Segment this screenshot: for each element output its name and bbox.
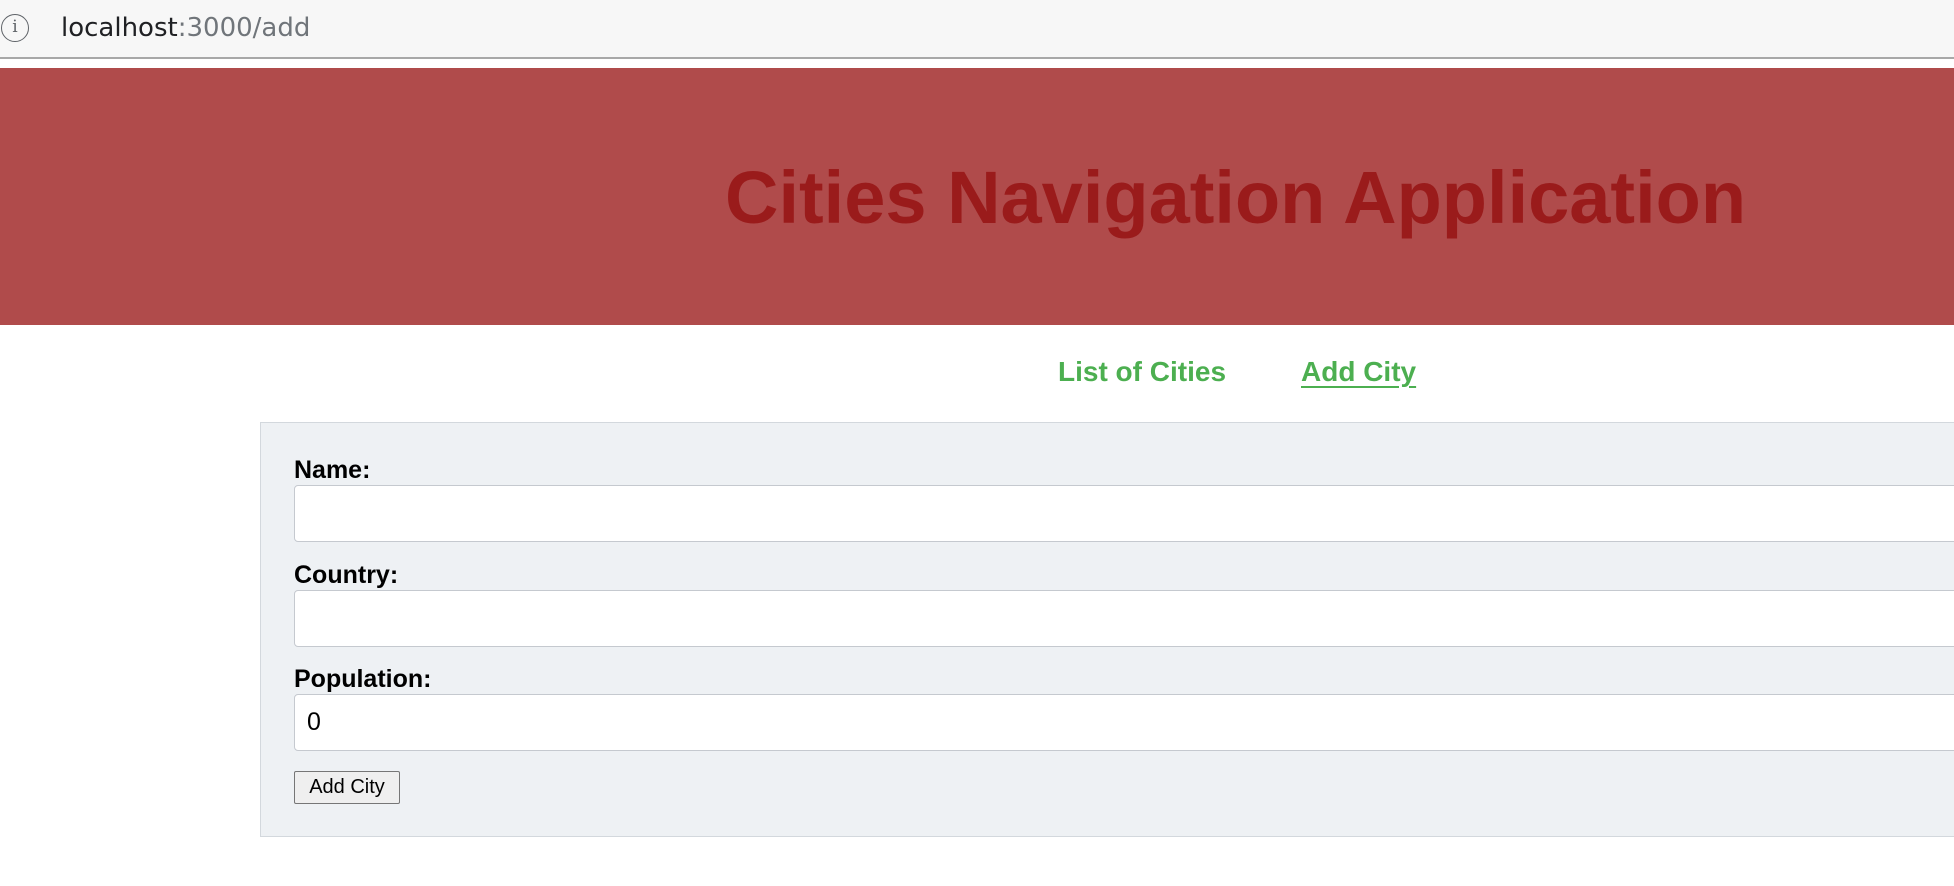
url-field[interactable]: localhost:3000/add [61,13,310,43]
population-label: Population: [294,665,432,693]
country-label: Country: [294,561,399,589]
add-city-button[interactable]: Add City [294,771,400,804]
population-input[interactable] [294,694,1954,751]
browser-address-bar: i localhost:3000/add [0,0,1954,59]
info-icon[interactable]: i [1,14,29,42]
url-host: localhost [61,13,178,43]
name-input[interactable] [294,485,1954,542]
name-label: Name: [294,456,371,484]
page-title: Cities Navigation Application [725,156,1747,239]
country-input[interactable] [294,590,1954,647]
nav-link-add-city[interactable]: Add City [1301,355,1416,389]
nav-link-list-of-cities[interactable]: List of Cities [1058,355,1226,389]
url-path: :3000/add [177,13,311,43]
